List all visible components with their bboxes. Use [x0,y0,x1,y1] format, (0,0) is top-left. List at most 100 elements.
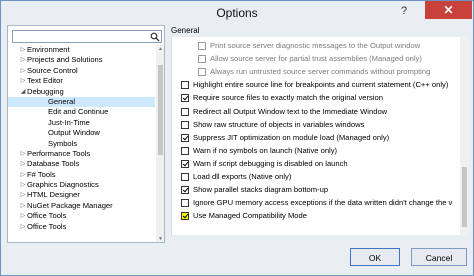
option-row[interactable]: Suppress JIT optimization on module load… [172,133,457,144]
collapsed-icon[interactable]: ▷ [19,180,27,190]
option-row[interactable]: Require source files to exactly match th… [172,93,457,104]
option-label: Suppress JIT optimization on module load… [193,132,390,142]
scroll-thumb[interactable] [462,167,467,227]
collapsed-icon[interactable]: ▷ [19,76,27,86]
options-dialog: Options ? ✕ ▷ Environment ▷ Projects and So… [0,0,474,276]
tree-item[interactable]: ▷ Office Tools [8,211,155,221]
option-label: Load dll exports (Native only) [193,172,292,181]
tree-item[interactable]: ▷ Environment [8,45,155,55]
tree-item[interactable]: ▷ Projects and Solutions [8,55,155,65]
option-checkbox[interactable] [181,94,189,103]
ok-button[interactable]: OK [350,248,400,266]
tree-item-label: HTML Designer [27,190,80,200]
option-checkbox[interactable] [181,199,189,208]
option-row[interactable]: Load dll exports (Native only) [172,172,457,183]
tree-item[interactable]: ▷ NuGet Package Manager [8,201,155,211]
option-row[interactable]: Warn if no symbols on launch (Native onl… [172,146,457,157]
tree-item[interactable]: ▷ HTML Designer [8,190,155,200]
tree-item[interactable]: ▷ F# Tools [8,170,155,180]
collapsed-icon[interactable]: ▷ [19,149,27,159]
option-checkbox[interactable] [181,146,189,155]
option-checkbox[interactable] [198,68,206,77]
collapsed-icon[interactable]: ▷ [19,66,27,76]
tree-item-label: Source Control [27,65,78,75]
option-checkbox[interactable] [198,42,206,50]
tree-item-label: Performance Tools [27,148,91,158]
option-checkbox[interactable] [181,120,189,129]
scroll-thumb[interactable] [158,65,163,155]
tree-item[interactable]: Symbols [8,139,155,149]
expanded-icon[interactable]: ◢ [19,87,27,97]
option-checkbox[interactable] [181,186,189,195]
category-tree: ▷ Environment ▷ Projects and Solutions ▷ Sour… [8,45,155,231]
option-label: Always run untrusted source server comma… [210,67,431,77]
tree-item[interactable]: ◢ Debugging [8,87,155,97]
option-checkbox[interactable] [181,107,189,116]
scroll-down-icon[interactable]: ▼ [156,235,164,242]
help-button[interactable]: ? [393,1,415,21]
option-checkbox[interactable] [181,133,189,142]
category-scrollbar[interactable]: ▲ ▼ [156,45,164,242]
option-label: Redirect all Output Window text to the I… [193,106,388,116]
collapsed-icon[interactable]: ▷ [19,222,27,232]
tree-item[interactable]: ▷ Text Editor [8,76,155,86]
tree-item[interactable]: Output Window [8,128,155,138]
tree-item[interactable]: ▷ Database Tools [8,159,155,169]
tree-item-label: Output Window [48,128,100,138]
option-label: Allow source server for partial trust as… [210,54,422,64]
options-pane: Print source server diagnostic messages … [171,37,469,235]
option-row[interactable]: Ignore GPU memory access exceptions if t… [172,198,457,209]
tree-item[interactable]: ▷ Source Control [8,66,155,76]
option-checkbox[interactable] [181,212,189,221]
tree-item[interactable]: General [8,96,155,108]
options-scrollbar[interactable] [460,37,469,235]
tree-item-label: Symbols [48,138,78,148]
collapsed-icon[interactable]: ▷ [19,45,27,55]
option-label: Warn if script debugging is disabled on … [193,158,348,168]
collapsed-icon[interactable]: ▷ [19,159,27,169]
tree-item-label: NuGet Package Manager [27,200,113,210]
option-checkbox[interactable] [181,173,189,181]
collapsed-icon[interactable]: ▷ [19,170,27,180]
collapsed-icon[interactable]: ▷ [19,190,27,200]
search-box[interactable] [12,30,162,43]
tree-item-label: General [48,96,76,106]
tree-item-label: Text Editor [27,76,63,86]
option-row[interactable]: Use Managed Compatibility Mode [172,211,457,222]
option-row[interactable]: Redirect all Output Window text to the I… [172,107,457,118]
tree-item[interactable]: Just-In-Time [8,118,155,128]
collapsed-icon[interactable]: ▷ [19,201,27,211]
search-icon [150,32,160,42]
tree-item[interactable]: ▷ Office Tools [8,222,155,231]
option-row[interactable]: Show parallel stacks diagram bottom-up [172,185,457,196]
option-label: Use Managed Compatibility Mode [193,211,307,221]
tree-item[interactable]: Edit and Continue [8,107,155,117]
option-label: Warn if no symbols on launch (Native onl… [193,145,338,155]
tree-item-label: Environment [27,45,70,54]
option-checkbox[interactable] [181,159,189,168]
tree-item-label: Projects and Solutions [27,55,103,65]
option-row[interactable]: Print source server diagnostic messages … [172,41,457,52]
option-row[interactable]: Highlight entire source line for breakpo… [172,80,457,91]
title-bar[interactable]: Options ? ✕ [1,1,473,23]
option-checkbox[interactable] [198,55,206,64]
option-row[interactable]: Always run untrusted source server comma… [172,67,457,78]
tree-item-label: Office Tools [27,221,67,231]
option-label: Ignore GPU memory access exceptions if t… [193,198,453,208]
tree-item-label: Graphics Diagnostics [27,180,99,190]
tree-item-label: Edit and Continue [48,107,109,117]
category-pane: ▷ Environment ▷ Projects and Solutions ▷ Sour… [7,25,165,243]
scroll-up-icon[interactable]: ▲ [156,45,164,53]
option-row[interactable]: Allow source server for partial trust as… [172,54,457,65]
tree-item[interactable]: ▷ Performance Tools [8,149,155,159]
option-checkbox[interactable] [181,81,189,90]
tree-item-label: Office Tools [27,211,67,221]
cancel-button[interactable]: Cancel [411,248,467,266]
tree-item[interactable]: ▷ Graphics Diagnostics [8,180,155,190]
search-input[interactable] [15,32,143,42]
close-button[interactable]: ✕ [425,1,472,19]
collapsed-icon[interactable]: ▷ [19,211,27,221]
collapsed-icon[interactable]: ▷ [19,55,27,65]
option-row[interactable]: Show raw structure of objects in variabl… [172,120,457,131]
option-row[interactable]: Warn if script debugging is disabled on … [172,159,457,170]
